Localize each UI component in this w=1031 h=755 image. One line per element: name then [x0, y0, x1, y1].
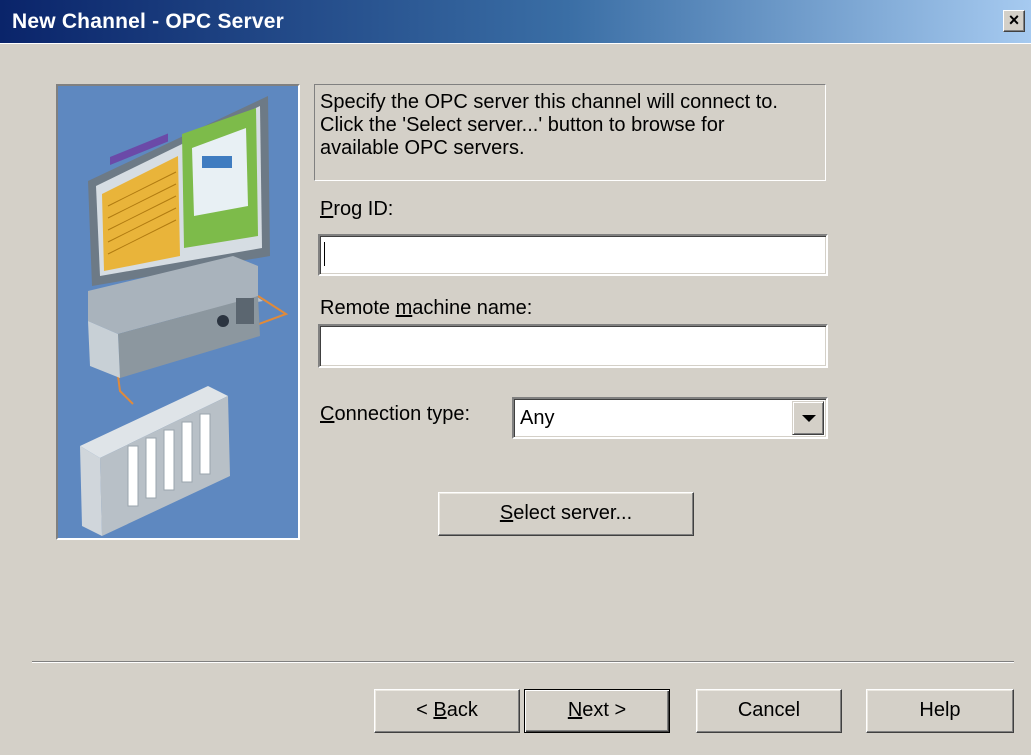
- computer-and-plc-illustration: [58, 86, 298, 538]
- description-box: Specify the OPC server this channel will…: [314, 84, 826, 181]
- help-button[interactable]: Help: [866, 689, 1014, 733]
- title-bar: New Channel - OPC Server ×: [0, 0, 1031, 44]
- remote-machine-name-input[interactable]: [318, 324, 828, 368]
- close-button[interactable]: ×: [1003, 10, 1025, 32]
- description-line: Specify the OPC server this channel will…: [320, 91, 778, 113]
- cancel-button[interactable]: Cancel: [696, 689, 842, 733]
- wizard-illustration: [56, 84, 300, 540]
- window-title: New Channel - OPC Server: [12, 10, 285, 33]
- connection-type-label: Connection type:: [320, 403, 471, 425]
- connection-type-value: Any: [520, 407, 555, 429]
- prog-id-input[interactable]: [318, 234, 828, 276]
- remote-machine-name-label: Remote machine name:: [320, 297, 533, 319]
- next-button[interactable]: Next >: [524, 689, 670, 733]
- select-server-button[interactable]: Select server...: [438, 492, 694, 536]
- chevron-down-icon[interactable]: [792, 401, 824, 435]
- description-line: available OPC servers.: [320, 137, 525, 159]
- text-caret: [324, 242, 325, 266]
- footer-separator: [32, 661, 1014, 663]
- connection-type-dropdown[interactable]: Any: [512, 397, 828, 439]
- close-icon: ×: [1008, 10, 1020, 30]
- description-line: Click the 'Select server...' button to b…: [320, 114, 725, 136]
- back-button[interactable]: < Back: [374, 689, 520, 733]
- prog-id-label: Prog ID:: [320, 198, 394, 220]
